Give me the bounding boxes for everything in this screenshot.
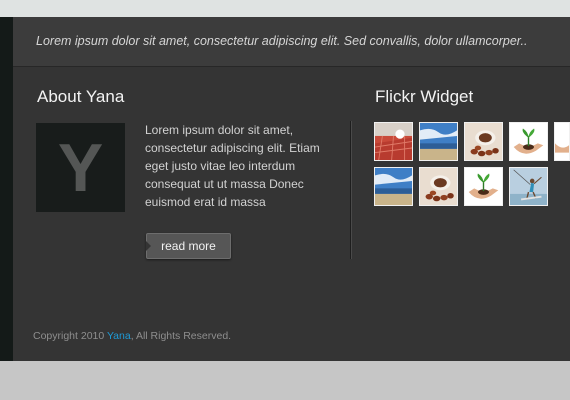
- read-more-button[interactable]: read more: [146, 233, 231, 259]
- copyright: Copyright 2010 Yana, All Rights Reserved…: [33, 330, 231, 342]
- flickr-thumb-sprout-in-hands[interactable]: [509, 122, 548, 161]
- flickr-thumb-beach-2[interactable]: [374, 167, 413, 206]
- avatar-letter: Y: [57, 129, 104, 206]
- flickr-thumb-kitesurfer[interactable]: [509, 167, 548, 206]
- about-text: Lorem ipsum dolor sit amet, consectetur …: [145, 123, 320, 209]
- beach-photo-icon: [375, 168, 412, 205]
- tagline-text: Lorem ipsum dolor sit amet, consectetur …: [36, 34, 528, 48]
- copyright-prefix: Copyright 2010: [33, 330, 107, 342]
- avatar: Y: [36, 123, 125, 212]
- flickr-thumb-table-tennis[interactable]: [374, 122, 413, 161]
- sprout-in-hands-photo-icon: [465, 168, 502, 205]
- beach-photo-icon: [420, 123, 457, 160]
- tagline-bar: Lorem ipsum dolor sit amet, consectetur …: [13, 17, 570, 67]
- flickr-thumb-hand-cropped[interactable]: [554, 122, 570, 161]
- divider: [350, 121, 352, 259]
- about-title: About Yana: [37, 87, 125, 106]
- top-strip: [0, 0, 570, 18]
- flickr-title: Flickr Widget: [375, 87, 474, 106]
- flickr-thumb-coffee-beans-2[interactable]: [419, 167, 458, 206]
- kitesurfer-photo-icon: [510, 168, 547, 205]
- left-edge-strip: [0, 17, 13, 361]
- table-tennis-photo-icon: [375, 123, 412, 160]
- copyright-suffix: , All Rights Reserved.: [130, 330, 232, 342]
- hand-photo-icon: [555, 123, 569, 160]
- coffee-beans-photo-icon: [420, 168, 457, 205]
- coffee-beans-photo-icon: [465, 123, 502, 160]
- flickr-thumb-coffee-beans[interactable]: [464, 122, 503, 161]
- sprout-in-hands-photo-icon: [510, 123, 547, 160]
- brand-link[interactable]: Yana: [107, 330, 131, 342]
- footer-panel: Lorem ipsum dolor sit amet, consectetur …: [13, 17, 570, 361]
- flickr-thumb-beach[interactable]: [419, 122, 458, 161]
- flickr-thumb-sprout-in-hands-2[interactable]: [464, 167, 503, 206]
